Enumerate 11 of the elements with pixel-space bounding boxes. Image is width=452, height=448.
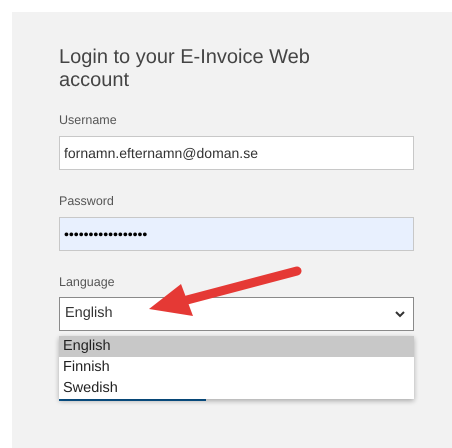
field-label: Password xyxy=(59,192,115,210)
page-title: Login to your E-Invoice Web account xyxy=(59,46,311,92)
chevron-down-icon xyxy=(395,310,405,318)
dropdown-option[interactable]: Swedish xyxy=(59,378,414,399)
language-select[interactable]: English xyxy=(59,297,414,332)
input-field[interactable]: fornamn.efternamn@doman.se xyxy=(59,136,414,170)
dropdown-option[interactable]: Finnish xyxy=(59,357,414,378)
field-label: Username xyxy=(59,112,118,129)
input-field[interactable]: ••••••••••••••••• xyxy=(59,216,414,250)
dropdown-option[interactable]: English xyxy=(59,336,414,357)
field-label: Language xyxy=(59,274,116,291)
